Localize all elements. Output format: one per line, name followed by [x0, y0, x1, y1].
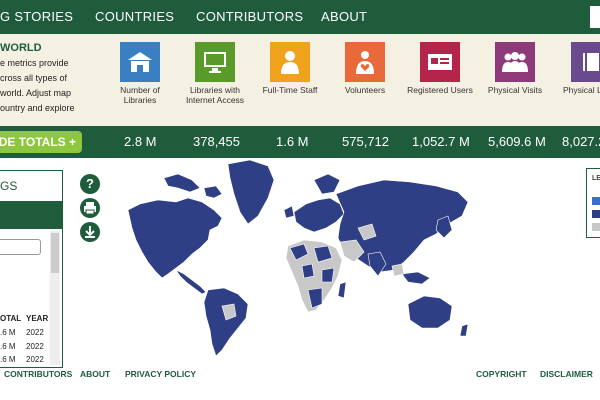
legend-swatch	[592, 223, 600, 231]
metric-label: Number of Libraries	[120, 85, 160, 105]
table-cell: .6 M	[0, 328, 16, 337]
asia-region	[401, 271, 431, 285]
legend-swatch	[592, 210, 600, 218]
legend-swatch	[592, 197, 600, 205]
legend-title: LE	[592, 175, 600, 182]
metric-label: Libraries with Internet Access	[185, 85, 245, 105]
book-icon	[571, 42, 600, 82]
nav-item-about[interactable]: ABOUT	[321, 9, 367, 24]
greenland-region	[227, 159, 275, 225]
africa-region	[321, 267, 335, 283]
footer-link-contributors[interactable]: CONTRIBUTORS	[4, 369, 72, 379]
print-icon[interactable]	[80, 198, 100, 218]
metric-label: Registered Users	[407, 85, 473, 95]
total-physical-visits: 5,609.6 M	[488, 134, 546, 149]
column-header-year[interactable]: YEAR	[26, 314, 48, 323]
panel-title: GS	[0, 179, 18, 193]
panel-header: GS	[0, 171, 62, 202]
footer-link-copyright[interactable]: COPYRIGHT	[476, 369, 527, 379]
volunteer-heart-icon	[345, 42, 385, 82]
column-header-total[interactable]: OTAL	[0, 314, 21, 323]
nav-item-countries[interactable]: COUNTRIES	[95, 9, 174, 24]
rankings-panel: GS OTAL YEAR .6 M 2022 .6 M 2022 .6 M 20…	[0, 170, 63, 368]
metric-staff[interactable]: Full-Time Staff	[250, 42, 330, 95]
top-nav: G STORIES COUNTRIES CONTRIBUTORS ABOUT	[0, 0, 600, 34]
panel-scrollbar[interactable]	[50, 231, 60, 365]
total-physical-loans: 8,027.2	[562, 134, 600, 149]
metric-volunteers[interactable]: Volunteers	[325, 42, 405, 95]
footer-link-privacy-policy[interactable]: PRIVACY POLICY	[125, 369, 196, 379]
no-data-region	[391, 263, 405, 277]
library-card-icon	[420, 42, 460, 82]
europe-region	[283, 205, 295, 219]
metric-physical-visits[interactable]: Physical Visits	[475, 42, 555, 95]
help-icon[interactable]: ?	[80, 174, 100, 194]
intro-line: cross all types of	[0, 73, 68, 83]
intro-line: world. Adjust map	[0, 88, 72, 98]
scrollbar-thumb[interactable]	[51, 233, 59, 273]
footer-link-disclaimer[interactable]: DISCLAIMER	[540, 369, 593, 379]
nav-item-stories[interactable]: G STORIES	[0, 9, 73, 24]
north-america-region	[163, 173, 201, 193]
world-map[interactable]	[118, 158, 478, 358]
people-group-icon	[495, 42, 535, 82]
logo[interactable]	[590, 6, 600, 28]
totals-bar: IDE TOTALS + 2.8 M 378,455 1.6 M 575,712…	[0, 126, 600, 158]
metric-label: Full-Time Staff	[262, 85, 318, 95]
total-registered-users: 1,052.7 M	[412, 134, 470, 149]
intro-line: ountry and explore	[0, 103, 75, 113]
europe-region	[313, 173, 341, 195]
person-icon	[270, 42, 310, 82]
intro-line: e metrics provide	[0, 58, 69, 68]
metric-physical-loans[interactable]: Physical L	[550, 42, 600, 95]
europe-region	[293, 197, 345, 233]
north-america-region	[203, 185, 223, 199]
table-cell: 2022	[26, 328, 44, 337]
intro-section: WORLD e metrics provide cross all types …	[0, 34, 600, 126]
worldwide-totals-button[interactable]: IDE TOTALS +	[0, 131, 82, 153]
country-search-input[interactable]	[0, 239, 41, 255]
central-america-region	[175, 269, 207, 295]
intro-text: e metrics provide cross all types of wor…	[0, 56, 84, 116]
table-cell: 2022	[26, 355, 44, 364]
north-america-region	[127, 197, 223, 279]
metric-label: Physical Visits	[487, 85, 543, 95]
nav-item-contributors[interactable]: CONTRIBUTORS	[196, 9, 303, 24]
download-icon[interactable]	[80, 222, 100, 242]
metric-internet[interactable]: Libraries with Internet Access	[175, 42, 255, 105]
australia-region	[407, 295, 453, 329]
total-internet: 378,455	[193, 134, 240, 149]
africa-region	[301, 263, 315, 279]
library-building-icon	[120, 42, 160, 82]
total-staff: 1.6 M	[276, 134, 309, 149]
metric-label: Physical L	[563, 85, 600, 95]
footer-link-about[interactable]: ABOUT	[80, 369, 110, 379]
metric-label: Volunteers	[344, 85, 386, 95]
total-volunteers: 575,712	[342, 134, 389, 149]
south-america-region	[203, 287, 249, 357]
map-legend: LE	[586, 168, 600, 238]
metric-registered-users[interactable]: Registered Users	[400, 42, 480, 95]
africa-region	[337, 281, 347, 299]
australia-region	[459, 323, 469, 337]
table-cell: 2022	[26, 342, 44, 351]
table-cell: .6 M	[0, 355, 16, 364]
computer-icon	[195, 42, 235, 82]
intro-title: WORLD	[0, 42, 42, 54]
metric-libraries[interactable]: Number of Libraries	[100, 42, 180, 105]
total-libraries: 2.8 M	[124, 134, 157, 149]
table-cell: .6 M	[0, 342, 16, 351]
panel-band	[0, 202, 62, 229]
